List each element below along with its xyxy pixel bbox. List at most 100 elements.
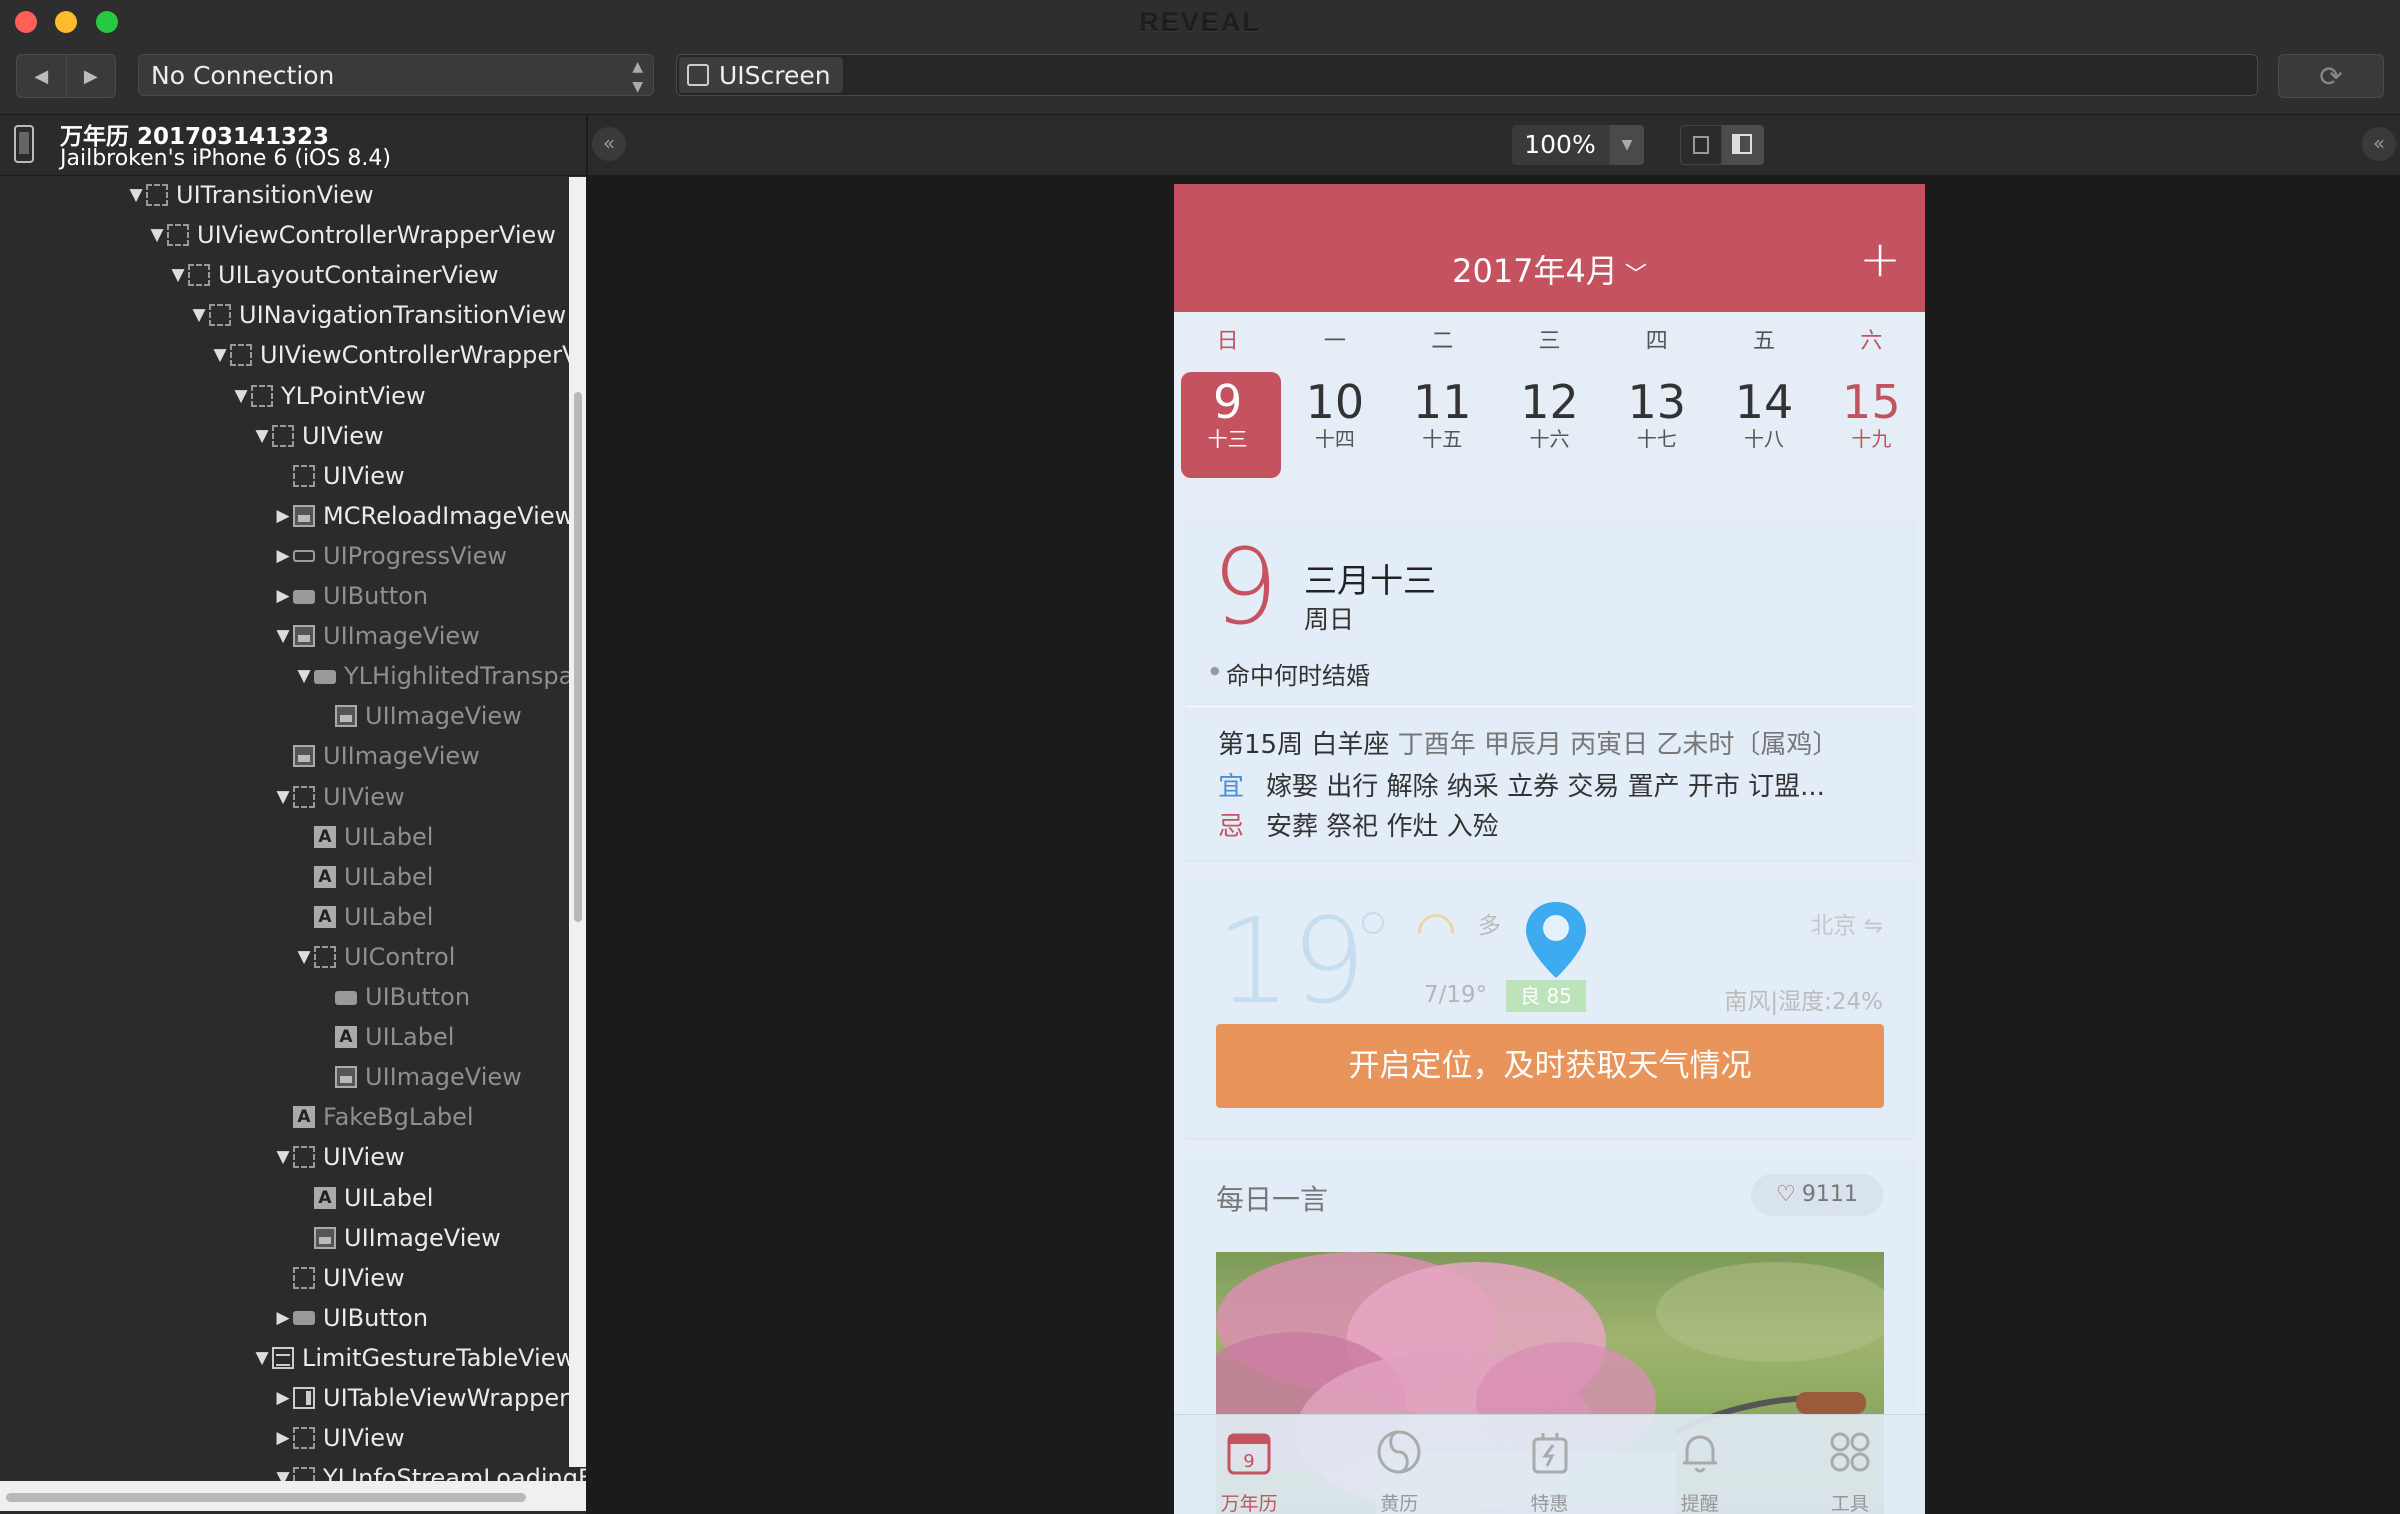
city-switch[interactable]: 北京 ⇋ [1810, 906, 1883, 940]
tree-node[interactable]: ▶ UIButton [273, 1300, 428, 1336]
vertical-scroll-thumb[interactable] [574, 392, 582, 922]
tree-node[interactable]: ▼ YLHighlitedTransparencyButton [294, 658, 586, 694]
view-icon [293, 464, 315, 487]
forward-arrow-icon[interactable]: ▶ [67, 55, 116, 97]
tree-node[interactable]: A UILabel [294, 819, 433, 855]
disclosure-open-icon[interactable]: ▼ [126, 185, 146, 205]
tree-node[interactable]: UIImageView [273, 738, 480, 774]
tab-1[interactable]: 黄历 [1324, 1415, 1474, 1514]
view-icon [209, 304, 231, 327]
connection-value: No Connection [151, 61, 335, 90]
tree-node[interactable]: UIButton [315, 979, 470, 1015]
label-icon: A [335, 1026, 357, 1049]
tree-node[interactable]: ▼ UIImageView [273, 618, 479, 654]
disclosure-closed-icon[interactable]: ▶ [273, 1308, 293, 1328]
horizontal-scrollbar[interactable] [0, 1481, 586, 1511]
tree-node[interactable]: A UILabel [294, 899, 433, 935]
day-cell[interactable]: 12 十六 [1496, 372, 1603, 492]
tab-0[interactable]: 9 万年历 [1174, 1415, 1324, 1514]
tree-node[interactable]: ▼ UIViewControllerWrapperView [147, 217, 555, 253]
disclosure-open-icon[interactable]: ▼ [294, 947, 314, 967]
back-arrow-icon[interactable]: ◀ [17, 55, 67, 97]
toolbar: ◀ ▶ No Connection ▲ ▼ UIScreen ⟳ [0, 46, 2400, 115]
tree-node[interactable]: ▼ LimitGestureTableView [252, 1340, 575, 1376]
tree-node[interactable]: ▼ UIView [252, 418, 383, 454]
disclosure-closed-icon[interactable]: ▶ [273, 1388, 293, 1408]
add-icon[interactable]: + [1859, 234, 1901, 284]
day-lunar: 十四 [1314, 427, 1355, 451]
tree-node[interactable]: UIImageView [315, 1059, 522, 1095]
tree-node[interactable]: ▼ UIControl [294, 939, 455, 975]
disclosure-closed-icon[interactable]: ▶ [273, 506, 293, 526]
tree-node[interactable]: ▼ UIView [273, 1139, 404, 1175]
tree-node[interactable]: ▼ UILayoutContainerView [168, 257, 498, 293]
view-icon [293, 785, 315, 808]
device-row[interactable]: 万年历 201703141323 Jailbroken's iPhone 6 (… [0, 115, 586, 176]
tree-node[interactable]: UIImageView [294, 1220, 501, 1256]
tree-node[interactable]: ▶ UIButton [273, 578, 428, 614]
like-button[interactable]: ♡ 9111 [1751, 1174, 1883, 1216]
refresh-button[interactable]: ⟳ [2278, 54, 2384, 98]
month-title[interactable]: 2017年4月 ﹀ [1174, 246, 1925, 292]
tree-node[interactable]: UIView [273, 458, 405, 494]
tree-node[interactable]: ▼ YLPointView [231, 378, 425, 414]
zoom-select[interactable]: 100% ▼ [1512, 125, 1644, 165]
day-cell[interactable]: 13 十七 [1603, 372, 1710, 492]
tab-2[interactable]: 特惠 [1474, 1415, 1624, 1514]
disclosure-closed-icon[interactable]: ▶ [273, 586, 293, 606]
tree-node[interactable]: ▼ UINavigationTransitionView [189, 297, 566, 333]
vertical-scrollbar[interactable] [569, 177, 586, 1467]
day-cell[interactable]: 10 十四 [1281, 372, 1388, 492]
phone-canvas[interactable]: 2017年4月 ﹀ + 日一二三四五六 9 十三 10 十四 11 十五 12 十六 13 十七 1… [1174, 184, 1925, 1514]
day-cell[interactable]: 14 十八 [1710, 372, 1817, 492]
collapse-left-icon[interactable]: « [592, 127, 626, 161]
tab-4[interactable]: 工具 [1775, 1415, 1925, 1514]
disclosure-open-icon[interactable]: ▼ [210, 345, 230, 365]
disclosure-open-icon[interactable]: ▼ [189, 305, 209, 325]
disclosure-open-icon[interactable]: ▼ [231, 386, 251, 406]
tree-node[interactable]: UIImageView [315, 698, 522, 734]
disclosure-closed-icon[interactable]: ▶ [273, 1428, 293, 1448]
title-bar: REVEAL [0, 0, 2400, 46]
tree-node-label: UIView [323, 461, 405, 490]
day-cell[interactable]: 9 十三 [1174, 372, 1281, 492]
tree-node[interactable]: A FakeBgLabel [273, 1099, 474, 1135]
tree-node[interactable]: A UILabel [294, 1180, 433, 1216]
tree-node[interactable]: ▼ UIViewControllerWrapperView [210, 337, 586, 373]
disclosure-open-icon[interactable]: ▼ [252, 1348, 272, 1368]
disclosure-open-icon[interactable]: ▼ [273, 787, 293, 807]
breadcrumb-item-uiscreen[interactable]: UIScreen [679, 57, 843, 93]
chevron-down-icon[interactable]: ▼ [1610, 125, 1644, 165]
disclosure-closed-icon[interactable]: ▶ [273, 546, 293, 566]
view-3d-button[interactable] [1722, 125, 1764, 165]
tree-node[interactable]: ▶ UITableViewWrapperView [273, 1380, 586, 1416]
ji-items: 安葬 祭祀 作灶 入殓 [1266, 812, 1499, 842]
tree-node[interactable]: UIView [273, 1260, 405, 1296]
horizontal-scroll-thumb[interactable] [6, 1493, 526, 1502]
tree-node[interactable]: ▶ UIView [273, 1420, 404, 1456]
day-detail-card[interactable]: 9 三月十三 周日 命中何时结婚 第15周 白羊座 丁酉年 甲辰月 丙寅日 乙未… [1186, 518, 1913, 860]
tab-3[interactable]: 提醒 [1625, 1415, 1775, 1514]
disclosure-open-icon[interactable]: ▼ [168, 265, 188, 285]
tree-node[interactable]: A UILabel [294, 859, 433, 895]
collapse-right-icon[interactable]: « [2362, 127, 2396, 161]
disclosure-open-icon[interactable]: ▼ [294, 666, 314, 686]
view-2d-button[interactable] [1680, 125, 1722, 165]
day-cell[interactable]: 15 十九 [1818, 372, 1925, 492]
tree-node[interactable]: ▶ UIProgressView [273, 538, 507, 574]
tip-link[interactable]: 命中何时结婚 [1210, 656, 1370, 691]
disclosure-open-icon[interactable]: ▼ [273, 1147, 293, 1167]
disclosure-open-icon[interactable]: ▼ [252, 426, 272, 446]
tree-node[interactable]: A UILabel [315, 1019, 454, 1055]
weather-card[interactable]: 19 多 北京 ⇋ 7/19° 良 85 南风|湿度:24% 开启定位，及时获取… [1186, 876, 1913, 1138]
connection-select[interactable]: No Connection ▲ ▼ [138, 54, 654, 96]
enable-location-button[interactable]: 开启定位，及时获取天气情况 [1216, 1024, 1884, 1108]
tree-node[interactable]: ▼ UIView [273, 779, 404, 815]
disclosure-open-icon[interactable]: ▼ [273, 626, 293, 646]
tree-node[interactable]: ▶ MCReloadImageView [273, 498, 574, 534]
disclosure-open-icon[interactable]: ▼ [147, 225, 167, 245]
tree-node[interactable]: ▼ UITransitionView [126, 177, 373, 213]
app-title: REVEAL [1139, 7, 1261, 37]
day-cell[interactable]: 11 十五 [1389, 372, 1496, 492]
tab-label: 万年历 [1220, 1493, 1278, 1514]
